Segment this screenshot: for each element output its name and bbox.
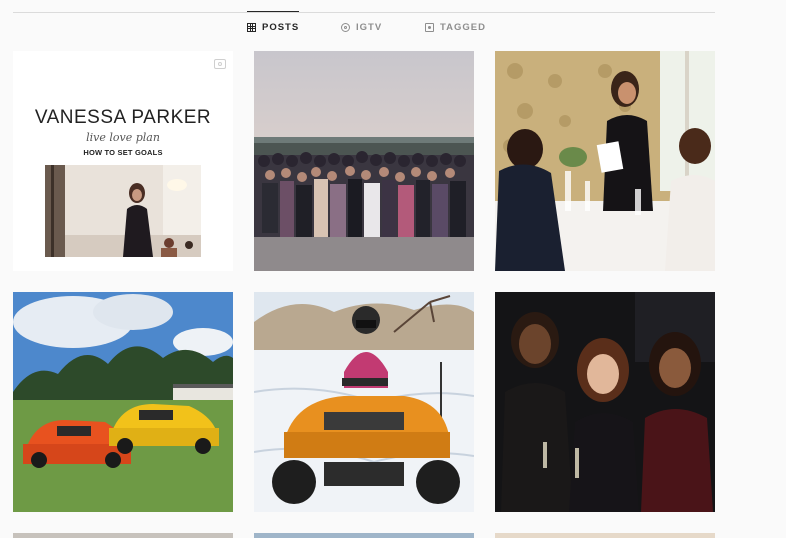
post-title: VANESSA PARKER (34, 107, 212, 128)
post-image (13, 292, 233, 512)
tab-tagged-label: TAGGED (440, 21, 486, 33)
post-tile-quad-bike[interactable] (254, 292, 474, 512)
post-tile-row3-3[interactable] (495, 533, 715, 538)
post-tile-dinner-speech[interactable] (495, 51, 715, 271)
video-icon (214, 59, 226, 69)
tab-igtv-label: IGTV (356, 21, 383, 33)
tag-icon (425, 22, 434, 32)
speaker-photo (45, 165, 201, 257)
post-tile-goals[interactable]: VANESSA PARKER live love plan HOW TO SET… (13, 51, 233, 271)
post-image (495, 292, 715, 512)
post-image (254, 292, 474, 512)
post-tile-row3-2[interactable] (254, 533, 474, 538)
post-image (495, 533, 715, 538)
tab-tagged[interactable]: TAGGED (425, 12, 486, 42)
post-tile-cars[interactable] (13, 292, 233, 512)
post-tile-group-photo[interactable] (254, 51, 474, 271)
post-image (254, 533, 474, 538)
post-tile-three-friends[interactable] (495, 292, 715, 512)
tab-posts[interactable]: POSTS (247, 11, 300, 42)
post-script: live love plan (86, 131, 160, 144)
post-image (254, 51, 474, 271)
tab-posts-label: POSTS (262, 21, 300, 33)
post-image (13, 533, 233, 538)
post-tile-row3-1[interactable] (13, 533, 233, 538)
post-image (495, 51, 715, 271)
tv-icon (341, 22, 350, 32)
profile-tabs: POSTS IGTV TAGGED (0, 11, 786, 42)
tab-igtv[interactable]: IGTV (341, 12, 382, 42)
post-topic: HOW TO SET GOALS (83, 148, 163, 157)
grid-icon (247, 22, 256, 32)
